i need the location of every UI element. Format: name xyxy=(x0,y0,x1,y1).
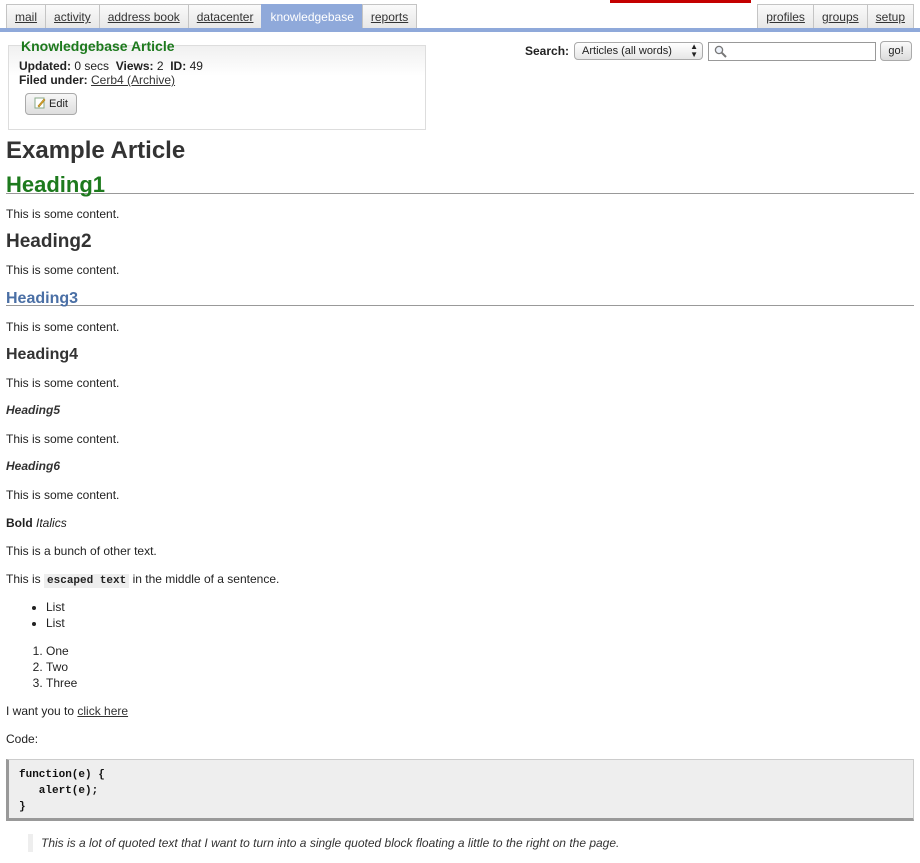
nav-tabs-left: mail activity address book datacenter kn… xyxy=(6,4,418,28)
magnifier-icon xyxy=(714,45,727,61)
id-value: 49 xyxy=(189,59,203,73)
search-label: Search: xyxy=(525,44,570,58)
search-scope-select[interactable]: Articles (all words) ▲ ▼ xyxy=(574,42,704,60)
views-label: Views: xyxy=(115,59,154,73)
click-here-link[interactable]: click here xyxy=(77,704,128,718)
tab-profiles[interactable]: profiles xyxy=(757,4,814,28)
bold-text: Bold xyxy=(6,516,33,530)
paragraph: This is some content. xyxy=(6,432,120,446)
updated-value: 0 secs xyxy=(74,59,110,73)
link-line: I want you to click here xyxy=(6,704,128,718)
id-label: ID: xyxy=(170,59,187,73)
article-title: Example Article xyxy=(6,137,186,164)
heading-5: Heading5 xyxy=(6,403,61,417)
nav-tabs-right: profiles groups setup xyxy=(757,4,914,28)
list-item: Two xyxy=(46,659,77,675)
escaped-line: This is escaped text in the middle of a … xyxy=(6,572,280,588)
select-arrows-icon: ▲ ▼ xyxy=(690,42,699,59)
heading-2: Heading2 xyxy=(6,231,92,252)
article-box-legend: Knowledgebase Article xyxy=(21,38,175,54)
search-input[interactable] xyxy=(708,41,877,61)
italic-text: Italics xyxy=(36,516,67,530)
search-bar: Search: Articles (all words) ▲ ▼ go! xyxy=(525,41,913,61)
escaped-code: escaped text xyxy=(44,574,130,588)
paragraph: This is a bunch of other text. xyxy=(6,544,157,558)
code-label: Code: xyxy=(6,732,39,746)
paragraph: This is some content. xyxy=(6,263,120,277)
code-block: function(e) { alert(e); } xyxy=(6,759,914,821)
edit-button-label: Edit xyxy=(49,98,68,110)
escaped-prefix: This is xyxy=(6,572,45,586)
views-value: 2 xyxy=(156,59,164,73)
edit-button[interactable]: Edit xyxy=(25,93,77,115)
heading-4: Heading4 xyxy=(6,346,79,363)
paragraph: This is some content. xyxy=(6,376,120,390)
list-item: One xyxy=(46,643,77,659)
article-info-box: Knowledgebase Article Updated: 0 secs Vi… xyxy=(8,38,426,130)
list-item: Three xyxy=(46,675,77,691)
updated-label: Updated: xyxy=(19,59,71,73)
escaped-suffix: in the middle of a sentence. xyxy=(129,572,280,586)
tab-reports[interactable]: reports xyxy=(361,4,418,28)
tab-knowledgebase[interactable]: knowledgebase xyxy=(261,4,363,28)
tab-mail[interactable]: mail xyxy=(6,4,47,28)
blockquote: This is a lot of quoted text that I want… xyxy=(28,834,920,852)
nav-bar xyxy=(0,28,920,32)
list-item: List xyxy=(46,599,65,615)
list-item: List xyxy=(46,615,65,631)
heading-1: Heading1 xyxy=(6,172,914,197)
bullet-list: List List xyxy=(6,599,65,631)
article-meta: Updated: 0 secs Views: 2 ID: 49 Filed un… xyxy=(19,59,203,87)
heading-3: Heading3 xyxy=(6,289,914,307)
heading-6: Heading6 xyxy=(6,459,61,473)
tab-datacenter[interactable]: datacenter xyxy=(187,4,263,28)
filed-under-link[interactable]: Cerb4 (Archive) xyxy=(91,73,175,87)
bold-italics-line: Bold Italics xyxy=(6,516,67,530)
tab-setup[interactable]: setup xyxy=(866,4,914,28)
top-nav: mail activity address book datacenter kn… xyxy=(0,0,920,32)
link-prefix: I want you to xyxy=(6,704,78,718)
edit-pencil-icon xyxy=(34,96,46,109)
numbered-list: One Two Three xyxy=(6,643,77,691)
tab-address-book[interactable]: address book xyxy=(98,4,189,28)
search-go-button[interactable]: go! xyxy=(880,41,913,61)
paragraph: This is some content. xyxy=(6,488,120,502)
paragraph: This is some content. xyxy=(6,207,120,221)
filed-under-label: Filed under: xyxy=(19,73,88,87)
search-scope-value: Articles (all words) xyxy=(582,45,672,57)
tab-groups[interactable]: groups xyxy=(812,4,868,28)
tab-activity[interactable]: activity xyxy=(45,4,100,28)
top-marker xyxy=(610,0,751,3)
paragraph: This is some content. xyxy=(6,320,120,334)
